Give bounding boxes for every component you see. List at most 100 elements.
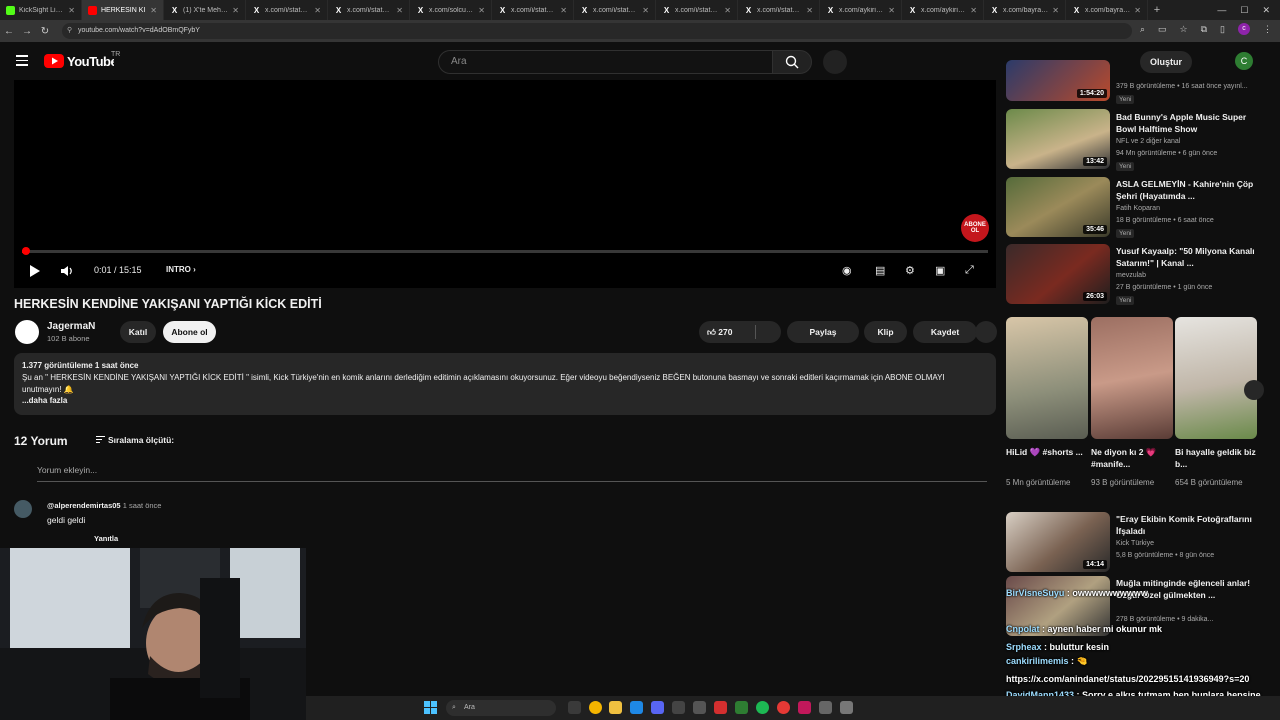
- browser-tab[interactable]: Xx.com/i/status/20 ✕: [656, 0, 738, 20]
- search-button[interactable]: [772, 50, 812, 74]
- autoplay-toggle-icon[interactable]: ◉: [842, 264, 852, 277]
- site-info-icon[interactable]: ⚲: [67, 23, 72, 39]
- zoom-icon[interactable]: ⌕: [1140, 24, 1145, 35]
- video-title-link[interactable]: Yusuf Kayaalp: "50 Milyona Kanalı Satarı…: [1116, 245, 1256, 269]
- browser-tab[interactable]: Xx.com/aykiri/stat ✕: [902, 0, 984, 20]
- app-icon[interactable]: [672, 701, 685, 714]
- sidebar-icon[interactable]: ▯: [1220, 24, 1225, 35]
- video-thumbnail[interactable]: 13:42: [1006, 109, 1110, 169]
- minimize-icon[interactable]: —: [1217, 5, 1226, 15]
- video-title-link[interactable]: Bad Bunny's Apple Music Super Bowl Halft…: [1116, 111, 1256, 135]
- channel-avatar[interactable]: [15, 320, 39, 344]
- more-actions-button[interactable]: [975, 321, 997, 343]
- app-icon[interactable]: [840, 701, 853, 714]
- video-channel[interactable]: NFL ve 2 diğer kanal: [1116, 138, 1180, 145]
- short-title[interactable]: Bi hayalle geldik biz b...: [1175, 446, 1257, 470]
- comment-author[interactable]: @alperendemirtas05 1 saat önce: [47, 501, 161, 510]
- tab-close-icon[interactable]: ✕: [396, 6, 403, 15]
- short-thumbnail[interactable]: [1006, 317, 1088, 439]
- subscribe-button[interactable]: Abone ol: [163, 321, 216, 343]
- volume-icon[interactable]: [60, 264, 74, 278]
- discord-icon[interactable]: [651, 701, 664, 714]
- browser-tab[interactable]: Xx.com/i/status/20 ✕: [492, 0, 574, 20]
- url-bar[interactable]: ⚲ youtube.com/watch?v=dAdOBmQFybY: [62, 23, 1132, 39]
- video-player[interactable]: ABONE OL 0:01 / 15:15 INTRO › ◉ ▤ ⚙ ▣ ⤢: [14, 80, 996, 288]
- spotify-icon[interactable]: [756, 701, 769, 714]
- tab-close-icon[interactable]: ✕: [970, 6, 977, 15]
- play-icon[interactable]: [29, 264, 41, 278]
- browser-tab[interactable]: Xx.com/i/status/20 ✕: [328, 0, 410, 20]
- search-input[interactable]: Ara: [438, 50, 772, 74]
- miniplayer-icon[interactable]: ▣: [935, 264, 945, 277]
- recommended-video-2[interactable]: 35:46 ASLA GELMEYİN - Kahire'nin Çöp Şeh…: [1006, 177, 1256, 239]
- tab-close-icon[interactable]: ✕: [68, 6, 75, 15]
- browser-tab[interactable]: Xx.com/bayrakme ✕: [984, 0, 1066, 20]
- short-thumbnail[interactable]: [1091, 317, 1173, 439]
- add-comment-input[interactable]: Yorum ekleyin...: [37, 465, 987, 482]
- video-thumbnail[interactable]: 26:03: [1006, 244, 1110, 304]
- recommended-video-4[interactable]: 14:14 "Eray Ekibin Komik Fotoğraflarını …: [1006, 512, 1256, 572]
- tab-close-icon[interactable]: ✕: [150, 6, 157, 15]
- browser-tab[interactable]: HERKESİN KI ✕: [82, 0, 164, 20]
- browser-tab[interactable]: Xx.com/i/status/20 ✕: [246, 0, 328, 20]
- new-tab-icon[interactable]: +: [1148, 4, 1166, 16]
- hamburger-menu-icon[interactable]: [16, 55, 28, 66]
- close-window-icon[interactable]: ✕: [1262, 5, 1270, 16]
- tab-close-icon[interactable]: ✕: [1134, 6, 1141, 15]
- browser-menu-icon[interactable]: ⋮: [1263, 24, 1272, 35]
- task-view-icon[interactable]: [568, 701, 581, 714]
- short-title[interactable]: HiLid 💜 #shorts ...: [1006, 446, 1088, 458]
- browser-tab[interactable]: Xx.com/i/status/20 ✕: [738, 0, 820, 20]
- video-thumbnail[interactable]: 14:14: [1006, 512, 1110, 572]
- subscribe-watermark[interactable]: ABONE OL: [961, 214, 989, 242]
- cast-icon[interactable]: ▭: [1158, 24, 1167, 35]
- recommended-video-0[interactable]: 1:54:20 379 B görüntüleme • 16 saat önce…: [1006, 60, 1256, 110]
- video-channel[interactable]: mevzulab: [1116, 272, 1146, 279]
- forward-icon[interactable]: →: [18, 26, 36, 37]
- save-button[interactable]: Kaydet: [913, 321, 977, 343]
- maximize-icon[interactable]: ☐: [1240, 5, 1248, 16]
- comment-avatar[interactable]: [14, 500, 32, 518]
- tab-close-icon[interactable]: ✕: [806, 6, 813, 15]
- youtube-logo[interactable]: YouTube: [44, 51, 114, 71]
- profile-avatar[interactable]: c: [1238, 23, 1250, 35]
- tab-close-icon[interactable]: ✕: [232, 6, 239, 15]
- sort-icon[interactable]: [96, 436, 105, 444]
- video-thumbnail[interactable]: 1:54:20: [1006, 60, 1110, 101]
- browser-tab[interactable]: Xx.com/bayrakme ✕: [1066, 0, 1148, 20]
- tab-close-icon[interactable]: ✕: [642, 6, 649, 15]
- tab-close-icon[interactable]: ✕: [1052, 6, 1059, 15]
- browser-tab[interactable]: KickSight Link De ✕: [0, 0, 82, 20]
- browser-tab[interactable]: X (1) X'te Mehmet ✕: [164, 0, 246, 20]
- channel-name[interactable]: JagermaN: [47, 321, 95, 332]
- browser-tab[interactable]: Xx.com/i/status/20 ✕: [574, 0, 656, 20]
- video-channel[interactable]: Fatih Koparan: [1116, 205, 1160, 212]
- subtitles-icon[interactable]: ▤: [875, 264, 885, 277]
- shorts-next-button[interactable]: [1244, 380, 1264, 400]
- share-button[interactable]: Paylaş: [787, 321, 859, 343]
- join-button[interactable]: Katıl: [120, 321, 156, 343]
- app-icon[interactable]: [798, 701, 811, 714]
- sort-by-button[interactable]: Sıralama ölçütü:: [108, 435, 174, 445]
- video-channel[interactable]: Kick Türkiye: [1116, 540, 1154, 547]
- chrome-icon[interactable]: [777, 701, 790, 714]
- app-icon[interactable]: [735, 701, 748, 714]
- progress-bar[interactable]: [22, 247, 988, 255]
- chapter-button[interactable]: INTRO ›: [166, 265, 196, 274]
- account-avatar[interactable]: C: [1235, 52, 1253, 70]
- app-icon[interactable]: [819, 701, 832, 714]
- browser-tab[interactable]: Xx.com/solcugaze ✕: [410, 0, 492, 20]
- description-box[interactable]: 1.377 görüntüleme 1 saat önce Şu an " HE…: [14, 353, 996, 415]
- short-thumbnail[interactable]: [1175, 317, 1257, 439]
- taskbar-search[interactable]: ⌕ Ara: [446, 700, 556, 716]
- file-explorer-icon[interactable]: [609, 701, 622, 714]
- tab-close-icon[interactable]: ✕: [888, 6, 895, 15]
- video-title-link[interactable]: "Eray Ekibin Komik Fotoğraflarını İfşala…: [1116, 513, 1256, 537]
- windows-start-icon[interactable]: [424, 701, 437, 714]
- voice-search-button[interactable]: [823, 50, 847, 74]
- reply-button[interactable]: Yanıtla: [94, 534, 118, 543]
- reload-icon[interactable]: ↻: [36, 26, 54, 37]
- recommended-video-1[interactable]: 13:42 Bad Bunny's Apple Music Super Bowl…: [1006, 109, 1256, 171]
- edge-icon[interactable]: [630, 701, 643, 714]
- extensions-icon[interactable]: ⧉: [1201, 24, 1207, 35]
